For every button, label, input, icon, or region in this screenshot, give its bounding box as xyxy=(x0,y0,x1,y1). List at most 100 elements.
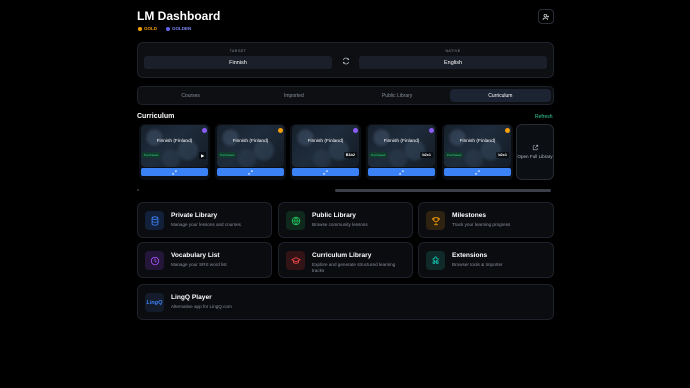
card-cover-image xyxy=(217,125,284,167)
card-open-button[interactable] xyxy=(368,168,435,176)
tile-title: Curriculum Library xyxy=(312,252,372,259)
clock-icon xyxy=(150,256,159,265)
tile-description: Manage your lessons and courses xyxy=(171,222,241,227)
curriculum-card[interactable]: Finnish (Finland) Purchased b2c1 xyxy=(442,124,513,180)
swap-icon xyxy=(343,57,349,65)
scrollbar-thumb[interactable] xyxy=(335,189,551,192)
tab-imported[interactable]: Imported xyxy=(243,89,344,102)
expand-icon xyxy=(399,169,404,175)
user-icon xyxy=(542,13,549,20)
tile-lingq-player[interactable]: LingQ LingQ Player Alternative app for Lin… xyxy=(137,284,554,320)
page-title: LM Dashboard xyxy=(137,9,221,23)
target-language-select[interactable]: Finnish xyxy=(144,56,332,69)
card-level-label: ▶ xyxy=(199,152,206,159)
header: LM Dashboard GOLD GOLDEN xyxy=(137,8,554,36)
tile-title: LingQ Player xyxy=(171,294,212,301)
lingq-logo-icon: LingQ xyxy=(146,299,163,306)
card-open-button[interactable] xyxy=(292,168,359,176)
library-tabs: Courses Imported Public Library Curricul… xyxy=(137,86,554,105)
card-open-button[interactable] xyxy=(141,168,208,176)
tile-icon-box: LingQ xyxy=(145,293,164,312)
card-cover-image xyxy=(368,125,435,167)
tile-title: Extensions xyxy=(452,252,488,259)
graduation-cap-icon xyxy=(290,256,301,264)
refresh-link[interactable]: Refresh xyxy=(535,114,553,120)
card-title: Finnish (Finland) xyxy=(459,139,496,144)
tile-description: Browse community lessons xyxy=(312,222,368,227)
expand-icon xyxy=(323,169,328,175)
trophy-icon xyxy=(431,216,440,225)
tile-icon-box xyxy=(286,251,305,270)
curriculum-carousel: Finnish (Finland) Purchased ▶ Finnish (Finl… xyxy=(137,124,554,180)
tile-icon-box xyxy=(145,211,164,230)
card-level-label: b2c1 xyxy=(420,152,433,158)
golden-badge-label: GOLDEN xyxy=(172,26,192,31)
card-open-button[interactable] xyxy=(217,168,284,176)
card-cover-image xyxy=(444,125,511,167)
language-panel: TARGET Finnish NATIVE English xyxy=(137,42,554,78)
tile-description: Manage your SRS word list xyxy=(171,262,227,267)
card-level-icon xyxy=(202,128,207,133)
tile-curriculum-library[interactable]: Curriculum Library Explore and generate s… xyxy=(278,242,413,278)
tile-description: Browser tools & Importer xyxy=(452,262,503,267)
card-open-button[interactable] xyxy=(444,168,511,176)
scrollbar-arrow[interactable] xyxy=(137,189,139,191)
card-title: Finnish (Finland) xyxy=(383,139,420,144)
puzzle-icon xyxy=(432,255,438,264)
database-icon xyxy=(151,215,158,226)
tile-title: Vocabulary List xyxy=(171,252,220,259)
tile-icon-box xyxy=(286,211,305,230)
card-cover-image xyxy=(141,125,208,167)
swap-button[interactable] xyxy=(341,56,351,66)
expand-icon xyxy=(172,169,177,175)
card-title: Finnish (Finland) xyxy=(307,139,344,144)
curriculum-card[interactable]: Finnish (Finland) Purchased xyxy=(215,124,286,180)
tile-title: Public Library xyxy=(312,212,356,219)
native-label: NATIVE xyxy=(445,49,461,53)
card-status-badge: Purchased xyxy=(445,152,464,158)
tile-description: Track your learning progress xyxy=(452,222,511,227)
card-status-badge: Purchased xyxy=(142,152,161,158)
tile-extensions[interactable]: Extensions Browser tools & Importer xyxy=(418,242,554,278)
tile-title: Private Library xyxy=(171,212,218,219)
target-language: TARGET Finnish xyxy=(144,49,332,69)
card-status-badge: Purchased xyxy=(369,152,388,158)
expand-icon xyxy=(475,169,480,175)
card-title: Finnish (Finland) xyxy=(232,139,269,144)
native-language-select[interactable]: English xyxy=(359,56,547,69)
tile-icon-box xyxy=(426,211,445,230)
badge-row: GOLD GOLDEN xyxy=(138,26,191,31)
card-level-icon xyxy=(278,128,283,133)
tile-milestones[interactable]: Milestones Track your learning progress xyxy=(418,202,554,238)
card-level-icon xyxy=(353,128,358,133)
open-full-library-label: Open Full Library xyxy=(517,154,553,160)
golden-badge-icon xyxy=(166,26,170,31)
tab-public-library[interactable]: Public Library xyxy=(347,89,448,102)
target-label: TARGET xyxy=(229,49,247,53)
gold-badge: GOLD xyxy=(138,26,157,31)
tile-description: Alternative app for LingQ.com xyxy=(171,304,232,309)
tile-icon-box xyxy=(426,251,445,270)
gold-badge-label: GOLD xyxy=(144,26,157,31)
curriculum-card[interactable]: Finnish (Finland) Purchased b2c1 xyxy=(366,124,437,180)
curriculum-card[interactable]: Finnish (Finland) Purchased ▶ xyxy=(139,124,210,180)
card-status-badge: Purchased xyxy=(218,152,237,158)
external-link-icon xyxy=(532,145,538,151)
section-title: Curriculum xyxy=(137,113,175,120)
tile-private-library[interactable]: Private Library Manage your lessons and c… xyxy=(137,202,272,238)
card-level-label: b2c1 xyxy=(496,152,509,158)
globe-icon xyxy=(291,216,300,225)
tab-courses[interactable]: Courses xyxy=(140,89,241,102)
open-full-library-button[interactable]: Open Full Library xyxy=(516,124,554,180)
card-level-icon xyxy=(505,128,510,133)
card-cover-image xyxy=(292,125,359,167)
tile-description: Explore and generate structured learning… xyxy=(312,262,396,273)
tile-vocabulary-list[interactable]: Vocabulary List Manage your SRS word list xyxy=(137,242,272,278)
user-button[interactable] xyxy=(538,9,554,24)
carousel-scrollbar[interactable] xyxy=(137,189,551,192)
card-title: Finnish (Finland) xyxy=(156,139,193,144)
tab-curriculum[interactable]: Curriculum xyxy=(449,89,551,102)
tile-public-library[interactable]: Public Library Browse community lessons xyxy=(278,202,413,238)
curriculum-card[interactable]: Finnish (Finland) B1b2 xyxy=(290,124,361,180)
expand-icon xyxy=(248,169,253,175)
